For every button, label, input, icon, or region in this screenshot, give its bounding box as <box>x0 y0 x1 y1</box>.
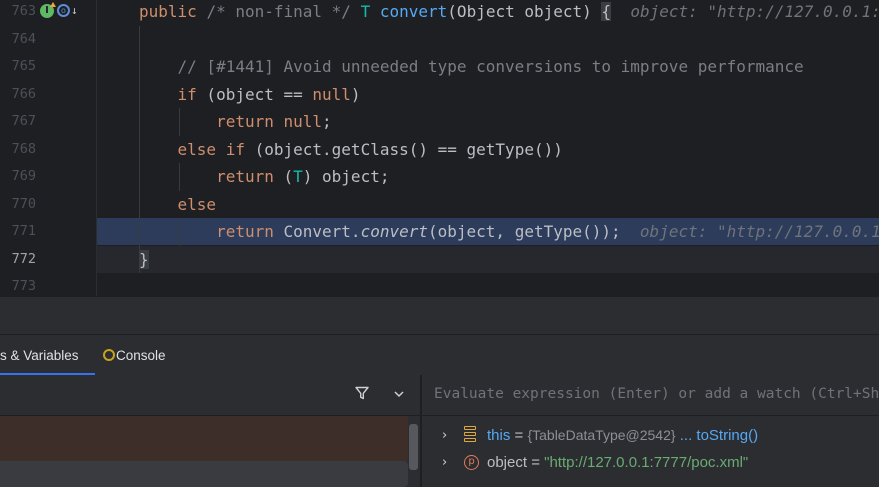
code-text: return (T) object; <box>216 167 390 186</box>
code-text: if (object == null) <box>177 84 361 104</box>
tab-console[interactable]: Console <box>103 335 166 375</box>
variable-row-this[interactable]: › this = {TableDataType@2542} ... toStri… <box>422 422 879 449</box>
code-text: else <box>177 194 217 214</box>
tab-label-console: Console <box>116 348 166 363</box>
code-line[interactable]: // [#1441] Avoid unneeded type conversio… <box>97 53 879 80</box>
frames-panel <box>0 375 420 487</box>
chevron-right-icon[interactable]: › <box>442 422 447 449</box>
variable-equals: = <box>510 427 528 444</box>
indent-guide <box>179 108 180 136</box>
indent-guide <box>179 163 180 191</box>
code-line[interactable]: } <box>97 245 879 273</box>
code-line[interactable]: if (object == null) <box>97 81 879 108</box>
implements-method-icon[interactable]: I <box>40 2 56 18</box>
variable-equals: = <box>527 454 545 471</box>
line-number[interactable]: 768 <box>0 136 36 163</box>
code-line[interactable] <box>97 26 879 53</box>
frames-toolbar <box>0 375 420 416</box>
variable-text: this = {TableDataType@2542} ... toString… <box>487 422 758 449</box>
frames-list[interactable] <box>0 416 408 487</box>
line-number[interactable]: 770 <box>0 191 36 218</box>
variable-name: this <box>487 427 511 444</box>
frames-scrollbar[interactable] <box>409 424 418 470</box>
line-number[interactable]: 773 <box>0 273 36 296</box>
chevron-down-icon[interactable] <box>389 385 409 405</box>
line-number[interactable]: 767 <box>0 108 36 135</box>
indent-guide <box>179 218 180 246</box>
line-number[interactable]: 765 <box>0 53 36 80</box>
line-number[interactable]: 766 <box>0 81 36 108</box>
evaluate-expression-bar <box>422 375 879 416</box>
variable-row-object[interactable]: › p object = "http://127.0.0.1:7777/poc.… <box>422 449 879 476</box>
frame-row[interactable] <box>0 416 408 461</box>
code-text: else if (object.getClass() == getType()) <box>177 139 563 159</box>
code-editor[interactable]: I o ↓ 763 764 765 766 767 768 769 770 771 772 773 … <box>0 0 879 296</box>
tab-label-frames-variables: s & Variables <box>0 348 79 363</box>
chevron-right-icon[interactable]: › <box>442 449 447 476</box>
code-line[interactable]: else if (object.getClass() == getType()) <box>97 136 879 163</box>
parameter-icon: p <box>464 455 479 470</box>
filter-icon[interactable] <box>352 385 372 405</box>
line-number[interactable]: 764 <box>0 26 36 53</box>
code-line[interactable]: return (T) object; <box>97 163 879 190</box>
variable-name: object <box>487 454 528 471</box>
line-number[interactable]: 769 <box>0 163 36 190</box>
to-string-link[interactable]: ... toString() <box>676 427 758 444</box>
gutter-icons: I o ↓ <box>40 2 78 18</box>
editor-bottom-strip <box>0 296 879 335</box>
frame-row-selected[interactable] <box>0 461 408 487</box>
debug-tabs: s & Variables Console <box>0 334 879 376</box>
stack-icon <box>464 426 476 442</box>
code-line[interactable]: public /* non-final */ T convert(Object … <box>97 0 879 25</box>
evaluate-expression-input[interactable] <box>434 375 879 413</box>
code-text: // [#1441] Avoid unneeded type conversio… <box>177 57 804 76</box>
line-number[interactable]: 772 <box>0 246 36 273</box>
code-line[interactable] <box>97 273 879 296</box>
code-line[interactable]: return null; <box>97 108 879 135</box>
line-number-gutter[interactable]: I o ↓ 763 764 765 766 767 768 769 770 771 772 773 <box>0 0 97 296</box>
variable-value: "http://127.0.0.1:7777/poc.xml" <box>544 454 749 471</box>
code-text: public /* non-final */ T convert(Object … <box>139 2 879 21</box>
code-line[interactable]: return Convert.convert(object, getType()… <box>97 218 879 245</box>
overridden-method-icon[interactable]: o <box>57 4 70 17</box>
code-line[interactable]: else <box>97 191 879 218</box>
variables-panel: › this = {TableDataType@2542} ... toStri… <box>422 375 879 487</box>
arrow-down-icon: ↓ <box>71 4 78 17</box>
line-number[interactable]: 771 <box>0 218 36 245</box>
line-number[interactable]: 763 <box>0 0 36 25</box>
indent-guide <box>139 25 140 273</box>
console-icon <box>103 349 115 361</box>
tab-frames-variables[interactable]: s & Variables <box>0 335 95 375</box>
code-area[interactable]: public /* non-final */ T convert(Object … <box>97 0 879 296</box>
variable-type: {TableDataType@2542} <box>527 427 676 443</box>
code-text: } <box>139 249 149 269</box>
code-text: return null; <box>216 112 332 131</box>
variable-text: object = "http://127.0.0.1:7777/poc.xml" <box>487 449 748 476</box>
code-text: return Convert.convert(object, getType()… <box>216 222 879 241</box>
